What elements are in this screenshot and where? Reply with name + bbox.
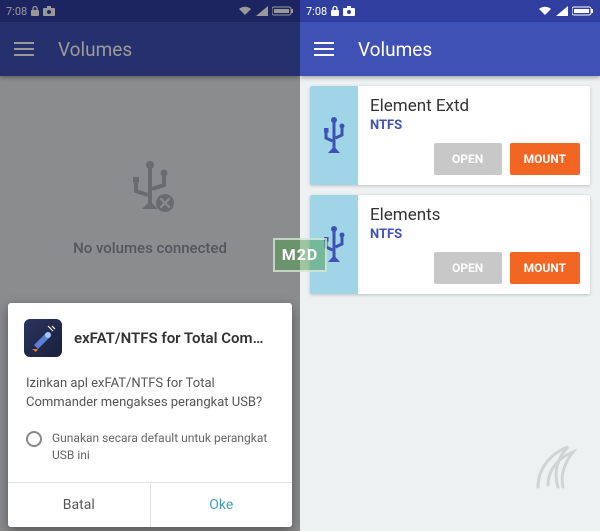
menu-icon[interactable] (314, 42, 334, 56)
watermark: M2D (273, 238, 327, 272)
permission-dialog: exFAT/NTFS for Total Comm… Izinkan apl e… (8, 303, 292, 527)
dialog-default-option[interactable]: Gunakan secara default untuk perangkat U… (8, 416, 292, 474)
dialog-overlay: exFAT/NTFS for Total Comm… Izinkan apl e… (0, 0, 300, 531)
volume-filesystem: NTFS (370, 227, 580, 242)
open-button[interactable]: OPEN (434, 143, 502, 175)
volume-name: Elements (370, 205, 580, 225)
paragon-logo (528, 437, 588, 501)
app-icon (24, 319, 62, 357)
battery-icon (572, 6, 594, 16)
lock-icon (330, 5, 340, 17)
signal-icon (556, 6, 568, 16)
camera-icon (343, 6, 355, 16)
status-time: 7:08 (306, 5, 327, 18)
app-bar: Volumes (300, 22, 600, 76)
screen-left: 7:08 Volumes (0, 0, 300, 531)
mount-button[interactable]: MOUNT (510, 252, 580, 284)
volume-filesystem: NTFS (370, 118, 580, 133)
usb-icon (310, 86, 358, 185)
dialog-message: Izinkan apl exFAT/NTFS for Total Command… (8, 365, 292, 417)
dialog-title: exFAT/NTFS for Total Comm… (74, 329, 276, 347)
ok-button[interactable]: Oke (151, 483, 293, 527)
volume-card: Element Extd NTFS OPEN MOUNT (310, 86, 590, 185)
cancel-button[interactable]: Batal (8, 483, 151, 527)
volume-name: Element Extd (370, 96, 580, 116)
wifi-icon (538, 6, 552, 16)
volume-card: Elements NTFS OPEN MOUNT (310, 195, 590, 294)
volume-list: Element Extd NTFS OPEN MOUNT (300, 76, 600, 314)
screen-right: 7:08 Volumes (300, 0, 600, 531)
open-button[interactable]: OPEN (434, 252, 502, 284)
mount-button[interactable]: MOUNT (510, 143, 580, 175)
status-bar: 7:08 (300, 0, 600, 22)
radio-icon (26, 431, 42, 447)
app-title: Volumes (358, 38, 432, 61)
